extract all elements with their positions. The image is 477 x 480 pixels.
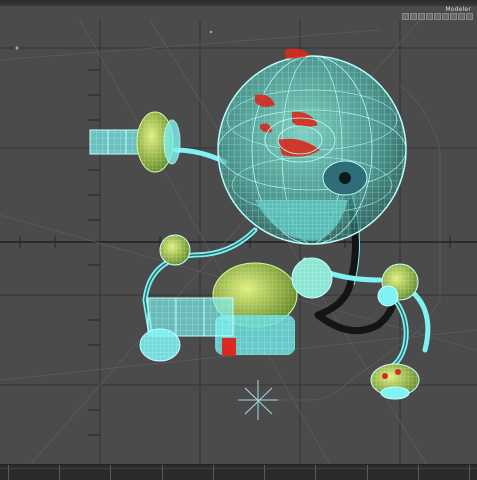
- mode-button[interactable]: [442, 13, 449, 20]
- timeline-tick: [366, 465, 368, 480]
- viewport-header: [0, 0, 477, 6]
- pivot-marker: [238, 380, 278, 420]
- timeline-tick: [315, 465, 317, 480]
- joint-center-low: [291, 257, 333, 299]
- light-markers: [15, 30, 213, 50]
- mode-button[interactable]: [410, 13, 417, 20]
- 3d-viewport[interactable]: Modeler: [0, 0, 477, 480]
- joint-left-top: [159, 234, 191, 266]
- mode-button[interactable]: [434, 13, 441, 20]
- timeline-tick: [469, 465, 470, 480]
- timeline-track: [0, 468, 477, 469]
- mode-label: Modeler: [445, 6, 471, 13]
- timeline-tick: [59, 465, 61, 480]
- timeline-tick: [161, 465, 163, 480]
- left-drum: [136, 111, 181, 173]
- timeline-tick: [212, 465, 214, 480]
- timeline-tick: [417, 465, 419, 480]
- mode-button[interactable]: [458, 13, 465, 20]
- mode-button[interactable]: [466, 13, 473, 20]
- mode-button[interactable]: [426, 13, 433, 20]
- timeline-tick: [8, 465, 9, 480]
- mode-button[interactable]: [402, 13, 409, 20]
- timeline-bar[interactable]: [0, 464, 477, 480]
- timeline-tick: [110, 465, 112, 480]
- mode-toolbar[interactable]: [402, 13, 473, 20]
- timeline-tick: [264, 465, 266, 480]
- joint-bottom-left: [139, 328, 181, 362]
- scene-canvas[interactable]: [0, 0, 477, 480]
- joint-bottom-right: [370, 363, 420, 400]
- joint-right: [377, 263, 419, 307]
- mode-button[interactable]: [450, 13, 457, 20]
- mode-button[interactable]: [418, 13, 425, 20]
